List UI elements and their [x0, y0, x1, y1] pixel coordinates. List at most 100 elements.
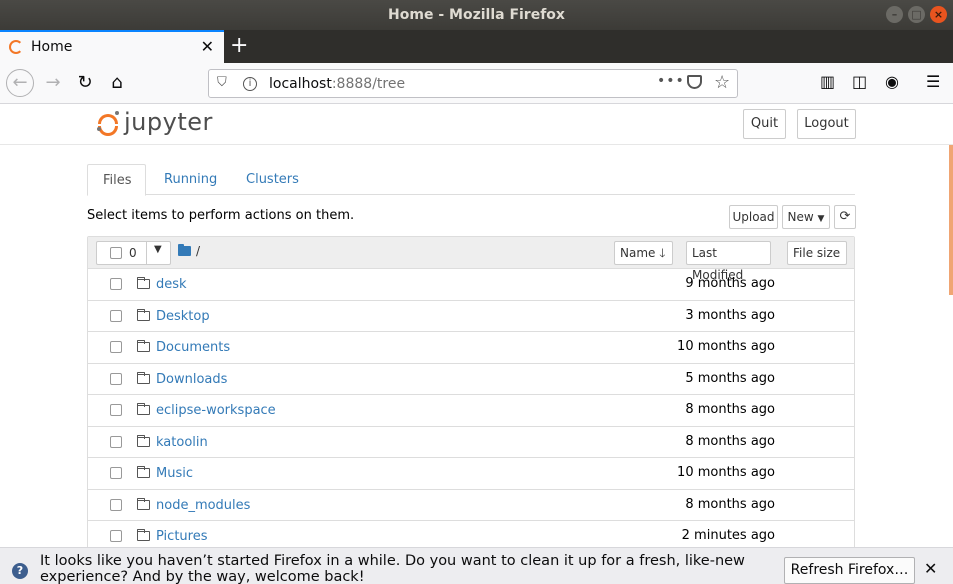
- refresh-list-button[interactable]: ⟳: [834, 205, 856, 229]
- site-info-icon[interactable]: i: [243, 77, 257, 91]
- folder-link[interactable]: desk: [156, 277, 187, 292]
- selected-count: 0: [129, 246, 137, 260]
- jupyter-header: jupyter Quit Logout: [0, 104, 953, 145]
- sort-by-size-button[interactable]: File size: [787, 241, 847, 265]
- folder-icon: [137, 529, 150, 541]
- close-tab-icon[interactable]: ✕: [201, 37, 214, 56]
- row-checkbox[interactable]: [110, 404, 122, 416]
- select-menu-caret-icon[interactable]: ▼: [154, 244, 162, 255]
- logout-button[interactable]: Logout: [797, 109, 856, 139]
- refresh-firefox-button[interactable]: Refresh Firefox…: [784, 557, 915, 584]
- select-all-control[interactable]: 0 ▼: [96, 241, 171, 265]
- scrollbar-indicator[interactable]: [949, 145, 953, 295]
- folder-icon: [137, 466, 150, 478]
- new-label: New: [787, 210, 814, 224]
- maximize-icon[interactable]: □: [908, 6, 925, 23]
- window-titlebar: Home - Mozilla Firefox – □ ×: [0, 0, 953, 30]
- new-dropdown-button[interactable]: New ▼: [782, 205, 830, 229]
- folder-icon: [137, 497, 150, 510]
- folder-link[interactable]: Downloads: [156, 372, 227, 387]
- modified-time: 8 months ago: [685, 496, 775, 512]
- back-arrow-icon[interactable]: ←: [6, 69, 34, 97]
- tab-clusters[interactable]: Clusters: [231, 164, 314, 195]
- folder-link[interactable]: Pictures: [156, 529, 207, 544]
- tracking-shield-icon[interactable]: ⛉: [217, 75, 227, 90]
- bookmark-star-icon[interactable]: ☆: [714, 72, 730, 93]
- breadcrumb-root[interactable]: /: [196, 244, 200, 258]
- reload-icon[interactable]: ↻: [72, 70, 98, 96]
- url-path: :8888/tree: [331, 76, 406, 92]
- quit-button[interactable]: Quit: [743, 109, 786, 139]
- selection-hint: Select items to perform actions on them.: [87, 208, 355, 223]
- table-row[interactable]: Downloads 5 months ago: [88, 364, 854, 395]
- minimize-icon[interactable]: –: [886, 6, 903, 23]
- row-checkbox[interactable]: [110, 530, 122, 542]
- row-checkbox[interactable]: [110, 467, 122, 479]
- folder-link[interactable]: node_modules: [156, 498, 250, 513]
- new-tab-icon[interactable]: +: [230, 33, 248, 59]
- sort-by-name-button[interactable]: Name 🡓: [614, 241, 673, 265]
- table-row[interactable]: node_modules 8 months ago: [88, 490, 854, 521]
- table-row[interactable]: katoolin 8 months ago: [88, 427, 854, 458]
- modified-time: 5 months ago: [685, 370, 775, 386]
- refresh-notification-bar: ? It looks like you haven’t started Fire…: [0, 547, 953, 584]
- modified-time: 10 months ago: [677, 339, 775, 354]
- library-icon[interactable]: ▥: [820, 72, 835, 91]
- account-icon[interactable]: ◉: [885, 72, 899, 91]
- folder-link[interactable]: Music: [156, 466, 193, 481]
- caret-down-icon: ▼: [817, 214, 825, 224]
- tab-files[interactable]: Files: [87, 164, 146, 196]
- row-checkbox[interactable]: [110, 372, 122, 385]
- folder-link[interactable]: Documents: [156, 340, 230, 355]
- table-row[interactable]: Pictures 2 minutes ago: [88, 521, 854, 547]
- folder-icon[interactable]: [178, 244, 191, 256]
- jupyter-favicon-icon: [9, 40, 23, 54]
- folder-icon: [137, 403, 150, 415]
- row-checkbox[interactable]: [110, 341, 122, 353]
- folder-link[interactable]: Desktop: [156, 309, 210, 324]
- tab-title: Home: [31, 39, 73, 55]
- row-checkbox[interactable]: [110, 278, 122, 290]
- sidebar-icon[interactable]: ◫: [852, 72, 867, 91]
- browser-tab-home[interactable]: Home ✕: [0, 30, 224, 63]
- file-list: 0 ▼ / Name 🡓 Last Modified File size des…: [87, 236, 855, 547]
- pocket-icon[interactable]: [687, 75, 702, 89]
- upload-button[interactable]: Upload: [729, 205, 778, 229]
- folder-link[interactable]: katoolin: [156, 435, 208, 450]
- close-notification-icon[interactable]: ✕: [924, 559, 937, 578]
- modified-time: 3 months ago: [685, 307, 775, 323]
- home-icon[interactable]: ⌂: [104, 70, 130, 96]
- folder-icon: [137, 308, 150, 321]
- page-actions-icon[interactable]: •••: [657, 73, 685, 89]
- url-text[interactable]: localhost:8888/tree: [269, 76, 405, 92]
- window-title: Home - Mozilla Firefox: [388, 7, 565, 23]
- folder-link[interactable]: eclipse-workspace: [156, 403, 276, 418]
- modified-time: 10 months ago: [677, 465, 775, 480]
- modified-time: 9 months ago: [685, 276, 775, 291]
- row-checkbox[interactable]: [110, 309, 122, 322]
- table-row[interactable]: Desktop 3 months ago: [88, 301, 854, 332]
- dashboard-tabs: Files Running Clusters: [87, 164, 855, 196]
- row-checkbox[interactable]: [110, 435, 122, 448]
- row-checkbox[interactable]: [110, 498, 122, 511]
- table-row[interactable]: Documents 10 months ago: [88, 332, 854, 364]
- table-row[interactable]: desk 9 months ago: [88, 269, 854, 301]
- table-row[interactable]: Music 10 months ago: [88, 458, 854, 490]
- menu-hamburger-icon[interactable]: ☰: [926, 72, 940, 91]
- notification-text: It looks like you haven’t started Firefo…: [40, 553, 745, 584]
- url-bar[interactable]: ⛉ i localhost:8888/tree ••• ☆: [208, 69, 738, 98]
- sort-by-modified-button[interactable]: Last Modified: [686, 241, 771, 282]
- jupyter-logo-icon: [97, 111, 119, 137]
- table-row[interactable]: eclipse-workspace 8 months ago: [88, 395, 854, 427]
- url-host: localhost: [269, 76, 332, 92]
- sort-down-arrow-icon: 🡓: [659, 246, 666, 260]
- forward-arrow-icon[interactable]: →: [40, 70, 66, 96]
- folder-icon: [137, 434, 150, 447]
- tab-running[interactable]: Running: [149, 164, 232, 195]
- navigation-toolbar: ← → ↻ ⌂ ⛉ i localhost:8888/tree ••• ☆ ▥ …: [0, 63, 953, 104]
- close-window-icon[interactable]: ×: [930, 6, 947, 23]
- jupyter-logo-text: jupyter: [124, 108, 213, 136]
- tab-strip: Home ✕ +: [0, 30, 953, 63]
- select-all-checkbox[interactable]: [110, 247, 122, 259]
- file-list-header: 0 ▼ / Name 🡓 Last Modified File size: [88, 237, 854, 282]
